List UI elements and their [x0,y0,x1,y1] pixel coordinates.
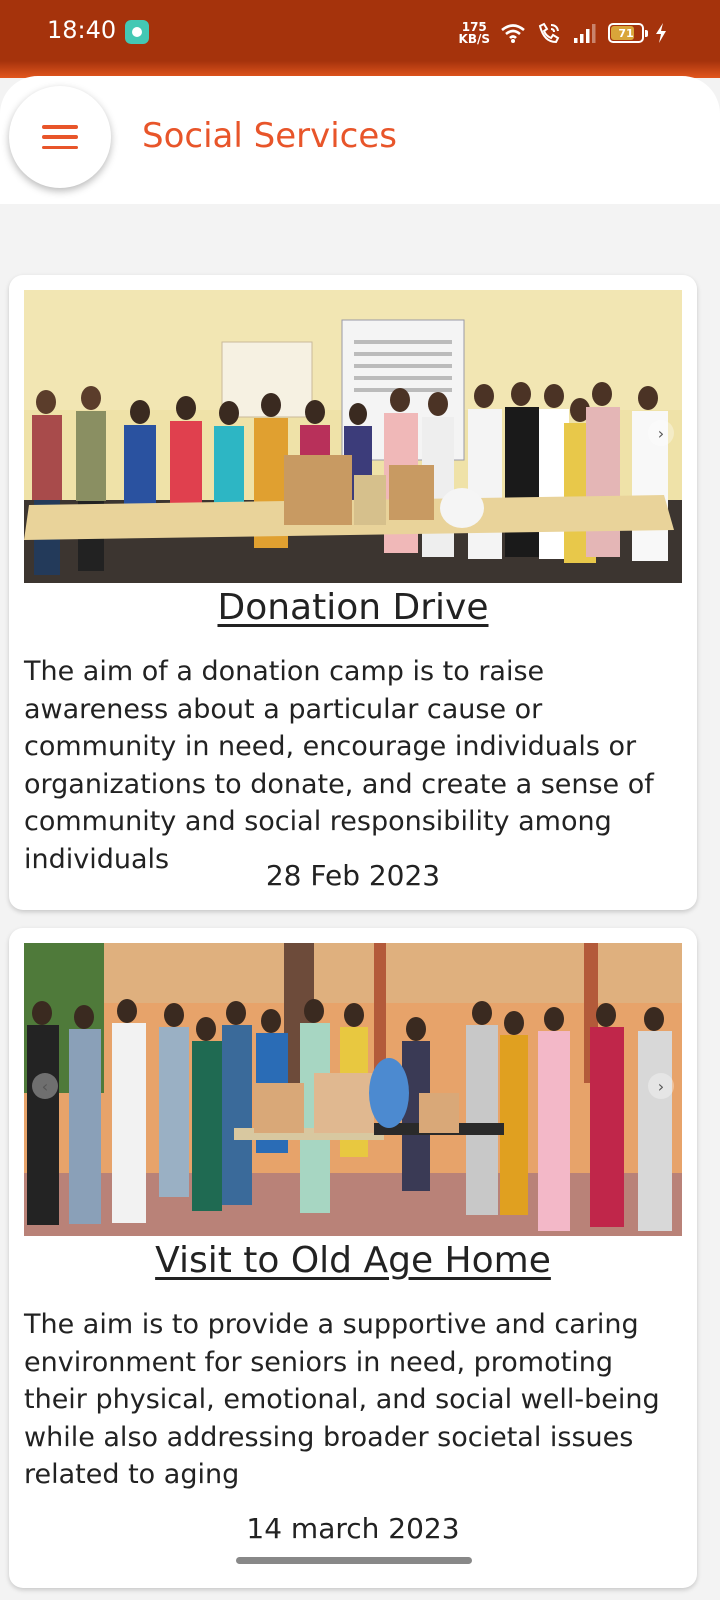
post-photo[interactable]: › [24,290,682,583]
group-photo-image [24,290,682,583]
carousel-next-button[interactable]: › [648,420,674,446]
wifi-icon [501,24,525,43]
hamburger-menu-icon [42,125,78,149]
post-title: Donation Drive [217,587,489,628]
menu-button[interactable] [9,86,111,188]
status-time: 18:40 [47,16,117,44]
post-card: ‹ › Visit to Old Age Home The aim is to … [9,928,697,1588]
group-photo-image [24,943,682,1236]
post-date: 14 march 2023 [246,1512,460,1545]
post-photo[interactable]: ‹ › [24,943,682,1236]
post-description: The aim of a donation camp is to raise a… [24,656,654,875]
app-notification-icon [125,20,149,44]
post-card: › Donation Drive The aim of a donation c… [9,275,697,910]
signal-icon [574,24,596,43]
battery-icon: 71 [608,23,648,43]
battery-level: 71 [618,26,634,40]
page-title: Social Services [142,116,397,156]
status-indicators: 175 KB/S 71 [459,18,668,48]
carousel-next-button[interactable]: › [648,1073,674,1099]
charging-icon [656,23,666,43]
post-date: 28 Feb 2023 [265,859,441,892]
home-indicator[interactable] [236,1557,472,1564]
post-description: The aim is to provide a supportive and c… [24,1309,660,1490]
app-bar: Social Services [0,76,720,204]
wifi-calling-icon [538,22,560,44]
post-title: Visit to Old Age Home [155,1240,551,1281]
network-speed: 175 KB/S [459,21,490,45]
status-bar: 18:40 175 KB/S 71 [0,0,720,78]
carousel-prev-button[interactable]: ‹ [32,1073,58,1099]
network-speed-unit: KB/S [458,32,490,46]
